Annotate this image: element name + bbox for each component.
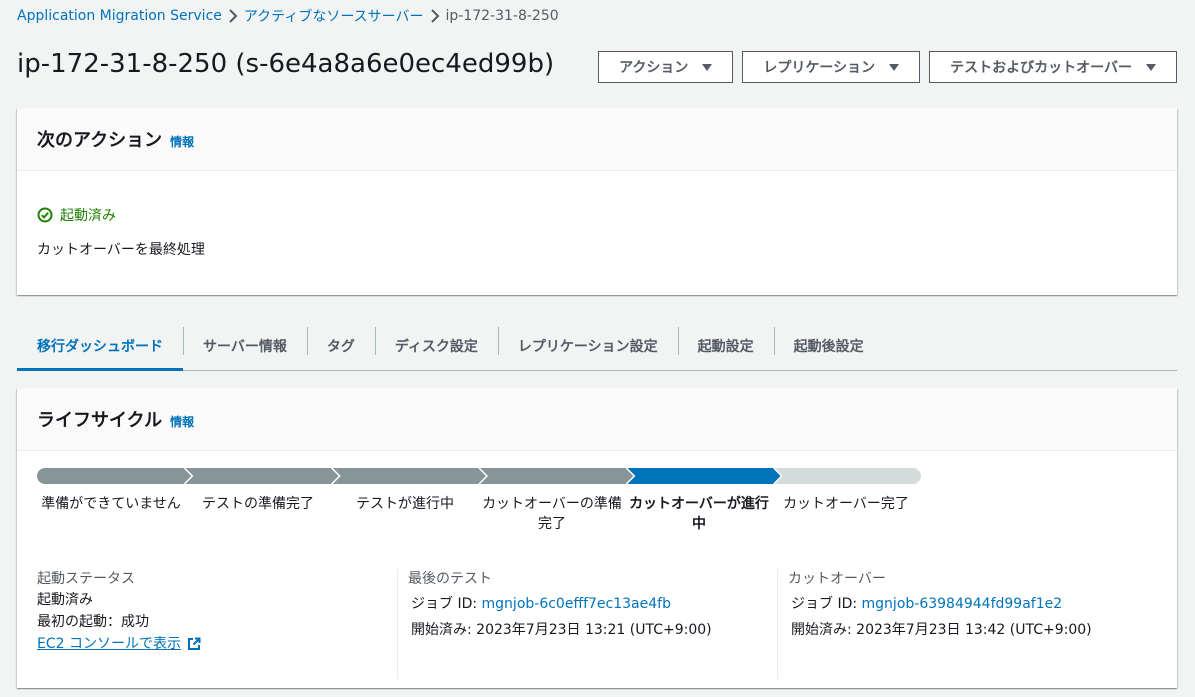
next-actions-title: 次のアクション [37,130,163,151]
launch-status-title: 起動ステータス [37,571,135,587]
lifecycle-info-link[interactable]: 情報 [170,413,194,430]
breadcrumb-link-service[interactable]: Application Migration Service [17,8,222,24]
last-test-column: 最後のテスト ジョブ ID: mgnjob-6c0efff7ec13ae4fb … [397,569,777,679]
test-cutover-button-label: テストおよびカットオーバー [950,60,1132,76]
actions-button-label: アクション [619,60,689,76]
tab-server-info[interactable]: サーバー情報 [183,322,307,370]
launch-status-column: 起動ステータス 起動済み 最初の起動：成功 EC2 コンソールで表示 [17,569,397,679]
cutover-column: カットオーバー ジョブ ID: mgnjob-63984944fd99af1e2… [777,569,1157,679]
lifecycle-step-labels: 準備ができていません テストの準備完了 テストが進行中 カットオーバーの準備完了… [37,494,921,534]
tab-launch-settings[interactable]: 起動設定 [677,322,774,370]
next-actions-info-link[interactable]: 情報 [170,133,194,150]
job-id-label: ジョブ ID: [791,596,858,612]
ec2-console-link[interactable]: EC2 コンソールで表示 [37,633,201,655]
first-launch-value: 最初の起動：成功 [37,614,149,630]
lifecycle-panel: ライフサイクル 情報 準備ができていません テストの準備完了 テストが進行中 カ… [17,388,1177,688]
actions-button[interactable]: アクション [598,51,734,83]
lifecycle-step-segment [184,468,340,484]
breadcrumb-link-source-servers[interactable]: アクティブなソースサーバー [244,6,424,26]
lifecycle-step-segment [37,468,193,484]
lifecycle-step-segment [479,468,635,484]
page-title: ip-172-31-8-250 (s-6e4a8a6e0ec4ed99b) [17,49,555,79]
next-actions-header: 次のアクション 情報 [17,108,1177,171]
status-text: 起動済み [60,208,116,224]
step-label-not-ready: 準備ができていません [41,496,181,512]
breadcrumb: Application Migration Service アクティブなソースサ… [17,6,559,26]
external-link-icon [187,637,201,650]
replication-button[interactable]: レプリケーション [742,51,921,83]
cutover-job: ジョブ ID: mgnjob-63984944fd99af1e2 [788,593,1157,615]
chevron-right-icon [424,9,446,23]
started-label: 開始済み: [791,622,852,638]
next-actions-panel: 次のアクション 情報 起動済み カットオーバーを最終処理 [17,108,1177,295]
step-label-cutover-in-progress: カットオーバーが進行中 [629,496,769,532]
tab-replication-settings[interactable]: レプリケーション設定 [497,322,678,370]
chevron-right-icon [222,9,244,23]
caret-down-icon [889,63,900,71]
lifecycle-step-segment [626,468,782,484]
lifecycle-title: ライフサイクル [37,410,163,431]
lifecycle-header: ライフサイクル 情報 [17,388,1177,451]
header-actions: アクション レプリケーション テストおよびカットオーバー [598,51,1177,83]
last-test-title: 最後のテスト [408,571,492,587]
last-test-started: 開始済み: 2023年7月23日 13:21 (UTC+9:00) [408,619,777,641]
cutover-title: カットオーバー [788,571,886,587]
caret-down-icon [702,63,713,71]
breadcrumb-current: ip-172-31-8-250 [445,8,559,24]
lifecycle-details: 起動ステータス 起動済み 最初の起動：成功 EC2 コンソールで表示 最後のテス… [17,569,1177,679]
last-test-job: ジョブ ID: mgnjob-6c0efff7ec13ae4fb [408,593,777,615]
lifecycle-step-segment [773,468,921,484]
launch-status-indicator: 起動済み [37,205,116,225]
tab-disk-settings[interactable]: ディスク設定 [374,322,498,370]
step-label-test-in-progress: テストが進行中 [356,496,454,512]
step-label-ready-for-cutover: カットオーバーの準備完了 [482,496,622,532]
tab-bar: 移行ダッシュボード サーバー情報 タグ ディスク設定 レプリケーション設定 起動… [17,322,1177,371]
next-action-text: カットオーバーを最終処理 [37,242,205,258]
cutover-started-value: 2023年7月23日 13:42 (UTC+9:00) [856,622,1092,638]
tab-migration-dashboard[interactable]: 移行ダッシュボード [17,322,183,371]
lifecycle-step-segment [331,468,487,484]
step-label-cutover-complete: カットオーバー完了 [783,496,909,512]
tab-tags[interactable]: タグ [306,322,375,370]
last-test-job-id-link[interactable]: mgnjob-6c0efff7ec13ae4fb [482,596,671,612]
lifecycle-progress-bar [37,468,921,484]
check-circle-icon [37,207,53,223]
cutover-started: 開始済み: 2023年7月23日 13:42 (UTC+9:00) [788,619,1157,641]
cutover-job-id-link[interactable]: mgnjob-63984944fd99af1e2 [862,596,1063,612]
ec2-console-link-label: EC2 コンソールで表示 [37,636,181,652]
started-label: 開始済み: [411,622,472,638]
job-id-label: ジョブ ID: [411,596,478,612]
test-cutover-button[interactable]: テストおよびカットオーバー [929,51,1177,83]
tab-post-launch-settings[interactable]: 起動後設定 [773,322,884,370]
replication-button-label: レプリケーション [763,60,876,76]
caret-down-icon [1146,63,1156,71]
last-test-started-value: 2023年7月23日 13:21 (UTC+9:00) [476,622,712,638]
launch-status-value: 起動済み [37,592,93,608]
step-label-ready-for-test: テストの準備完了 [202,496,314,512]
